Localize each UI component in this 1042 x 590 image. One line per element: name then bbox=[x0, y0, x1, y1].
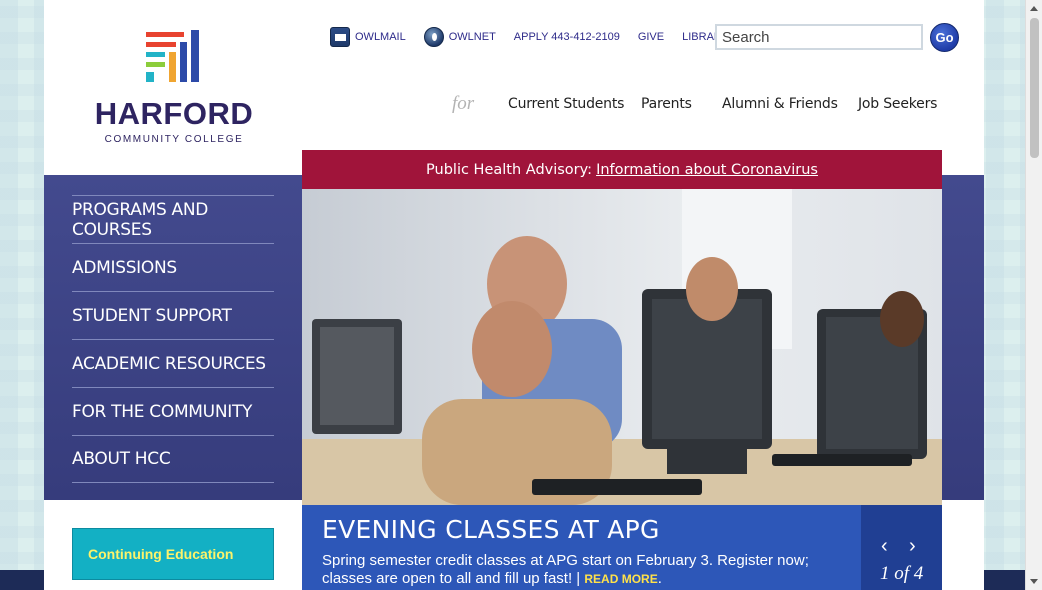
sidebar-item-academic-resources[interactable]: ACADEMIC RESOURCES bbox=[72, 339, 274, 387]
logo-subtitle: COMMUNITY COLLEGE bbox=[104, 134, 244, 145]
slide-counter: 1 of 4 bbox=[880, 563, 924, 584]
sidebar-menu: PROGRAMS AND COURSES ADMISSIONS STUDENT … bbox=[44, 175, 302, 500]
slide-prev-icon[interactable]: ‹ bbox=[881, 535, 888, 558]
slide-body: Spring semester credit classes at APG st… bbox=[322, 552, 809, 587]
owlnet-link[interactable]: OWLNET bbox=[423, 27, 496, 47]
hero-image bbox=[302, 189, 942, 505]
slide-period: . bbox=[657, 570, 662, 587]
slide-controls: ‹ › 1 of 4 bbox=[861, 505, 942, 590]
owlmail-link[interactable]: OWLMAIL bbox=[330, 27, 406, 47]
advisory-banner: Public Health Advisory: Information abou… bbox=[302, 150, 942, 189]
owlmail-label: OWLMAIL bbox=[355, 31, 406, 43]
sidebar-item-student-support[interactable]: STUDENT SUPPORT bbox=[72, 291, 274, 339]
owlnet-icon bbox=[423, 27, 444, 47]
utility-nav: OWLMAIL OWLNET APPLY 443-412-2109 GIVE L… bbox=[330, 25, 729, 49]
slide-text: Spring semester credit classes at APG st… bbox=[322, 552, 841, 588]
continuing-education-button[interactable]: Continuing Education bbox=[72, 528, 274, 580]
nav-current-students[interactable]: Current Students bbox=[508, 96, 624, 112]
nav-parents[interactable]: Parents bbox=[641, 96, 692, 112]
sidebar-item-about[interactable]: ABOUT HCC bbox=[72, 435, 274, 483]
scroll-down-icon[interactable] bbox=[1030, 579, 1038, 584]
side-decor-right bbox=[942, 175, 984, 500]
college-logo[interactable]: HARFORD COMMUNITY COLLEGE bbox=[94, 30, 254, 148]
search-input[interactable] bbox=[715, 24, 923, 50]
slide-title: EVENING CLASSES AT APG bbox=[322, 515, 660, 544]
page: HARFORD COMMUNITY COLLEGE OWLMAIL OWLNET… bbox=[44, 0, 984, 590]
scroll-up-icon[interactable] bbox=[1030, 6, 1038, 11]
search-go-button[interactable]: Go bbox=[930, 23, 959, 52]
scroll-thumb[interactable] bbox=[1030, 18, 1039, 158]
give-link[interactable]: GIVE bbox=[638, 31, 664, 43]
advisory-prefix: Public Health Advisory: bbox=[426, 161, 593, 178]
slide-next-icon[interactable]: › bbox=[909, 535, 916, 558]
owlnet-label: OWLNET bbox=[448, 31, 496, 43]
advisory-link[interactable]: Information about Coronavirus bbox=[596, 162, 818, 178]
logo-mark-icon bbox=[146, 30, 199, 82]
logo-name: HARFORD bbox=[94, 96, 254, 131]
slide-caption: EVENING CLASSES AT APG Spring semester c… bbox=[302, 505, 861, 590]
scrollbar[interactable] bbox=[1025, 0, 1042, 590]
nav-alumni-friends[interactable]: Alumni & Friends bbox=[722, 96, 838, 112]
sidebar-item-community[interactable]: FOR THE COMMUNITY bbox=[72, 387, 274, 435]
audience-for-label: for bbox=[452, 93, 475, 114]
nav-job-seekers[interactable]: Job Seekers bbox=[858, 96, 937, 112]
sidebar-item-programs[interactable]: PROGRAMS AND COURSES bbox=[72, 195, 274, 243]
owlmail-icon bbox=[330, 27, 350, 47]
hero-photo-illustration bbox=[302, 189, 942, 505]
sidebar-item-admissions[interactable]: ADMISSIONS bbox=[72, 243, 274, 291]
apply-link[interactable]: APPLY 443-412-2109 bbox=[514, 31, 620, 43]
read-more-link[interactable]: READ MORE bbox=[584, 572, 657, 586]
